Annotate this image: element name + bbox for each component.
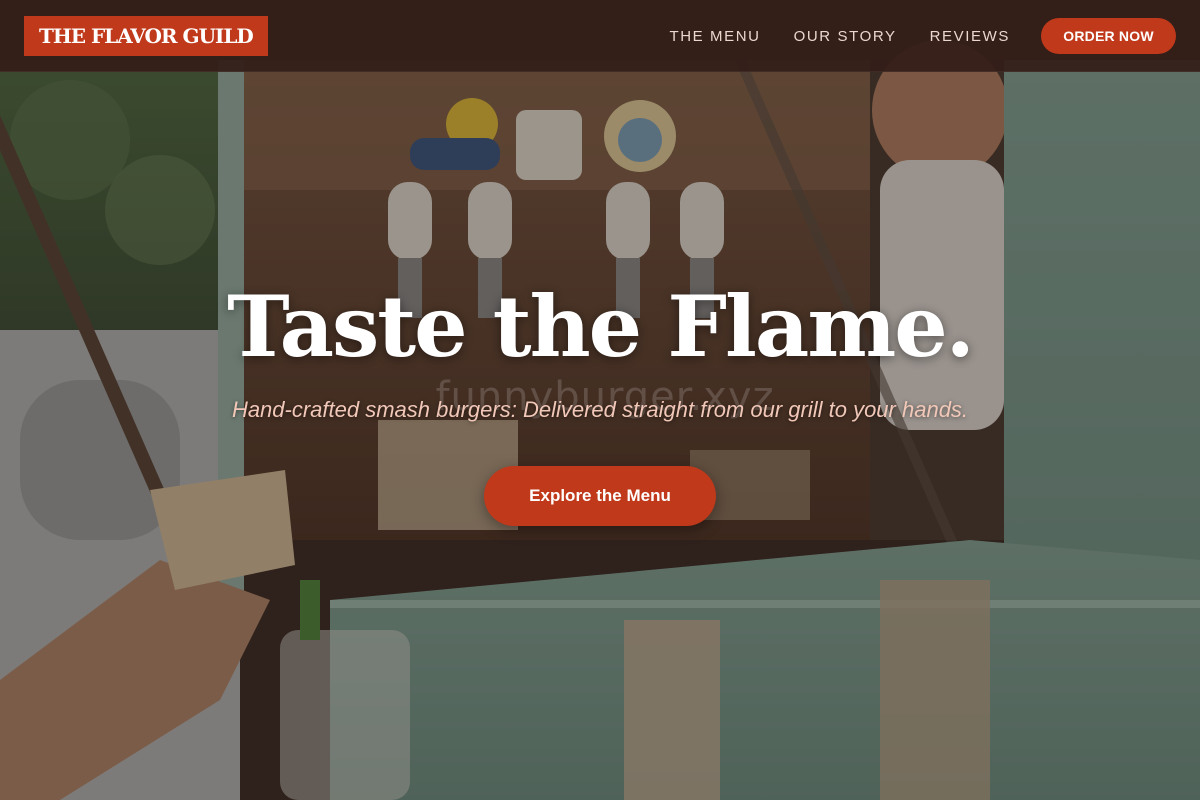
main-navigation: THE MENU OUR STORY REVIEWS: [669, 0, 1010, 72]
top-navbar: THE FLAVOR GUILD THE MENU OUR STORY REVI…: [0, 0, 1200, 72]
brand-logo[interactable]: THE FLAVOR GUILD: [24, 16, 268, 56]
hero-headline: Taste the Flame.: [227, 277, 975, 376]
nav-link-our-story[interactable]: OUR STORY: [794, 28, 897, 45]
nav-link-the-menu[interactable]: THE MENU: [669, 28, 760, 45]
nav-link-reviews[interactable]: REVIEWS: [930, 28, 1010, 45]
explore-menu-button[interactable]: Explore the Menu: [484, 466, 716, 526]
hero-subheadline: Hand-crafted smash burgers: Delivered st…: [231, 397, 969, 422]
order-now-button[interactable]: ORDER NOW: [1041, 18, 1176, 54]
